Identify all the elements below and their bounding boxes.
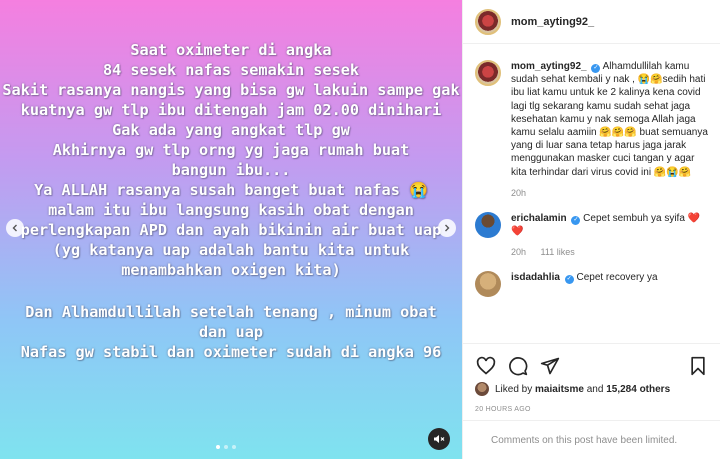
avatar[interactable] [475,271,501,298]
carousel-dots [216,445,236,449]
post-text: Saat oximeter di angka 84 sesek nafas se… [0,40,462,362]
verified-icon: ✓ [564,275,574,285]
post-sidebar: mom_ayting92_ mom_ayting92_ ✓ Alhamdulli… [462,0,720,459]
post-text-line: Dan Alhamdullilah setelah tenang , minum… [25,303,437,321]
post-text-line: perlengkapan APD dan ayah bikinin air bu… [20,221,442,239]
caption-time[interactable]: 20h [511,188,526,198]
post-text-line: Sakit rasanya nangis yang bisa gw lakuin… [2,81,460,99]
post-image: Saat oximeter di angka 84 sesek nafas se… [0,0,462,459]
avatar[interactable] [475,211,501,238]
verified-icon: ✓ [571,215,581,225]
verified-icon: ✓ [591,64,601,73]
comment-item: isdadahlia ✓ Cepet recovery ya [475,271,711,298]
comments-section: mom_ayting92_ ✓ Alhamdullilah kamu sudah… [475,60,711,343]
post-text-line: menambahkan oxigen kita) [121,261,341,279]
caption: mom_ayting92_ ✓ Alhamdullilah kamu sudah… [475,60,711,198]
header-username[interactable]: mom_ayting92_ [511,16,594,28]
post-text-line: 84 sesek nafas semakin sesek [102,61,360,79]
carousel-dot [232,445,236,449]
comment-username[interactable]: isdadahlia [511,272,560,283]
likes-count[interactable]: 15,284 others [606,384,670,395]
bookmark-icon[interactable] [687,355,709,377]
comment-time[interactable]: 20h [511,247,526,257]
likes-prefix: Liked by [495,383,533,395]
post-text-line: Akhirnya gw tlp orng yg jaga rumah buat [52,141,410,159]
chevron-right-icon[interactable] [438,219,456,237]
post-text-line: Saat oximeter di angka [130,41,332,59]
post-header: mom_ayting92_ [463,0,720,44]
post-text-line: Gak ada yang angkat tlp gw [112,121,350,139]
action-bar [463,343,720,387]
post-text-line: (yg katanya uap adalah bantu kita untuk [52,241,410,259]
likes-summary: Liked by maiaitsme and 15,284 others [475,382,670,396]
post-text-line: bangun ibu... [171,161,291,179]
caption-username[interactable]: mom_ayting92_ [511,61,587,72]
heart-icon[interactable] [475,355,497,377]
chevron-left-icon[interactable] [6,219,24,237]
carousel-dot [216,445,220,449]
post-text-line: Ya ALLAH rasanya susah banget buat nafas… [34,181,428,199]
comment-icon[interactable] [507,355,529,377]
post-text-line: Nafas gw stabil dan oximeter sudah di an… [20,343,442,361]
send-icon[interactable] [539,355,561,377]
speaker-muted-icon[interactable] [428,428,450,450]
avatar[interactable] [475,8,501,35]
carousel-dot [224,445,228,449]
post-text-line: malam itu ibu langsung kasih obat dengan [48,201,414,219]
caption-text: Alhamdullilah kamu sudah sehat kembali y… [511,61,708,178]
avatar[interactable] [475,382,489,396]
avatar[interactable] [475,60,501,86]
comment-text: Cepet recovery ya [576,272,658,284]
comment-item: erichalamin ✓ Cepet sembuh ya syifa ❤️❤️… [475,211,711,257]
post-timestamp[interactable]: 20 HOURS AGO [475,406,531,413]
post-text-line: dan uap [198,323,263,341]
likes-user[interactable]: maiaitsme [535,384,584,395]
likes-middle: and [586,383,604,395]
comment-likes[interactable]: 111 likes [541,247,575,257]
comment-username[interactable]: erichalamin [511,213,567,224]
comments-limited-notice: Comments on this post have been limited. [463,420,720,459]
post-text-line: kuatnya gw tlp ibu ditengah jam 02.00 di… [20,101,442,119]
